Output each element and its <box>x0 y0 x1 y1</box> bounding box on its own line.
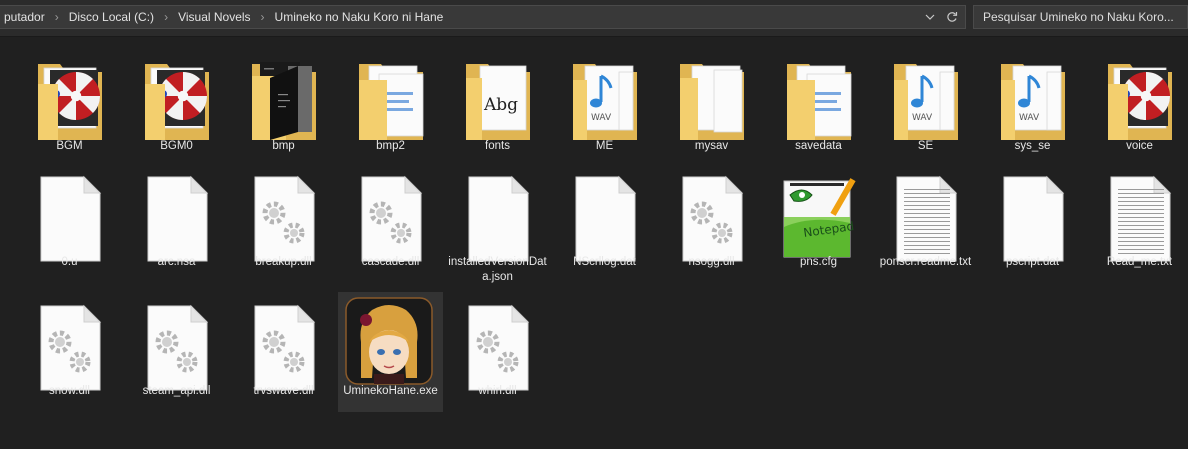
folder-icon <box>1106 54 1174 142</box>
file-name: savedata <box>795 140 842 152</box>
breadcrumb-item[interactable]: putador <box>0 10 49 24</box>
file-item[interactable]: whirl.dll <box>445 292 550 412</box>
file-name: bmp <box>272 140 295 152</box>
svg-text:WAV: WAV <box>591 113 612 123</box>
dll-file-icon <box>250 304 318 392</box>
file-item[interactable]: snow.dll <box>17 292 122 412</box>
chevron-right-icon[interactable]: › <box>255 10 271 24</box>
file-name: steam_api.dll <box>142 385 211 397</box>
file-item[interactable]: arc.nsa <box>124 163 229 283</box>
application-icon <box>344 296 436 385</box>
file-item[interactable]: bmp2 <box>338 46 443 166</box>
file-name: Read_me.txt <box>1106 256 1173 268</box>
file-name: trvswave.dll <box>253 385 314 397</box>
file-item[interactable]: voice <box>1087 46 1188 166</box>
file-name: ME <box>595 140 614 152</box>
file-name: BGM <box>56 140 83 152</box>
folder-icon <box>250 54 318 142</box>
file-name: nsogg.dll <box>688 256 735 268</box>
file-name: BGM0 <box>160 140 193 152</box>
text-file-icon <box>1106 175 1174 263</box>
blank-file-icon <box>464 175 532 263</box>
breadcrumb-item[interactable]: Visual Novels <box>174 10 254 24</box>
folder-icon: WAV <box>999 54 1067 142</box>
address-bar[interactable]: putador › Disco Local (C:) › Visual Nove… <box>0 5 966 29</box>
file-name: UminekoHane.exe <box>343 385 438 397</box>
breadcrumb-item[interactable]: Umineko no Naku Koro ni Hane <box>271 10 448 24</box>
breadcrumb: putador › Disco Local (C:) › Visual Nove… <box>0 6 447 28</box>
file-item[interactable]: NScrllog.dat <box>552 163 657 283</box>
file-name: voice <box>1126 140 1153 152</box>
svg-text:Abg: Abg <box>483 95 518 115</box>
file-item[interactable]: Notepad pns.cfg <box>766 163 871 283</box>
file-name: arc.nsa <box>157 256 196 268</box>
file-name: pns.cfg <box>799 256 838 268</box>
file-item[interactable]: cascade.dll <box>338 163 443 283</box>
file-item[interactable]: steam_api.dll <box>124 292 229 412</box>
dll-file-icon <box>464 304 532 392</box>
file-name: snow.dll <box>49 385 90 397</box>
file-name: installedVersionData.json <box>448 256 547 283</box>
svg-text:WAV: WAV <box>1019 113 1040 123</box>
file-item[interactable]: 0.u <box>17 163 122 283</box>
file-name: pscript.dat <box>1005 256 1060 268</box>
folder-icon <box>143 54 211 142</box>
dll-file-icon <box>250 175 318 263</box>
folder-icon <box>36 54 104 142</box>
file-item[interactable]: UminekoHane.exe <box>338 292 443 412</box>
file-name: ponscr.readme.txt <box>879 256 972 268</box>
notepad-file-icon: Notepad <box>782 175 858 263</box>
blank-file-icon <box>571 175 639 263</box>
file-name: mysav <box>694 140 729 152</box>
file-item[interactable]: mysav <box>659 46 764 166</box>
file-item[interactable]: ponscr.readme.txt <box>873 163 978 283</box>
file-item[interactable]: pscript.dat <box>980 163 1085 283</box>
folder-icon <box>785 54 853 142</box>
file-name: SE <box>917 140 934 152</box>
text-file-icon <box>892 175 960 263</box>
file-name: breakup.dll <box>255 256 312 268</box>
breadcrumb-item[interactable]: Disco Local (C:) <box>65 10 158 24</box>
file-item[interactable]: nsogg.dll <box>659 163 764 283</box>
file-item[interactable]: savedata <box>766 46 871 166</box>
file-name: 0.u <box>61 256 78 268</box>
file-item[interactable]: BGM0 <box>124 46 229 166</box>
search-input[interactable]: Pesquisar Umineko no Naku Koro... <box>973 5 1188 29</box>
file-item[interactable]: WAV sys_se <box>980 46 1085 166</box>
refresh-icon[interactable] <box>943 7 961 27</box>
address-toolbar: putador › Disco Local (C:) › Visual Nove… <box>0 0 1188 37</box>
blank-file-icon <box>999 175 1067 263</box>
file-name: bmp2 <box>376 140 405 152</box>
file-item[interactable]: Read_me.txt <box>1087 163 1188 283</box>
file-item[interactable]: installedVersionData.json <box>445 163 550 283</box>
folder-icon <box>678 54 746 142</box>
folder-icon: WAV <box>571 54 639 142</box>
dll-file-icon <box>678 175 746 263</box>
file-name: sys_se <box>1014 140 1051 152</box>
blank-file-icon <box>36 175 104 263</box>
file-item[interactable]: bmp <box>231 46 336 166</box>
file-name: fonts <box>485 140 510 152</box>
dll-file-icon <box>143 304 211 392</box>
chevron-right-icon[interactable]: › <box>158 10 174 24</box>
dll-file-icon <box>357 175 425 263</box>
blank-file-icon <box>143 175 211 263</box>
dll-file-icon <box>36 304 104 392</box>
file-item[interactable]: Abg fonts <box>445 46 550 166</box>
file-name: NScrllog.dat <box>573 256 636 268</box>
file-item[interactable]: WAV SE <box>873 46 978 166</box>
file-item[interactable]: trvswave.dll <box>231 292 336 412</box>
folder-icon <box>357 54 425 142</box>
folder-icon: WAV <box>892 54 960 142</box>
file-item[interactable]: breakup.dll <box>231 163 336 283</box>
file-name: whirl.dll <box>478 385 517 397</box>
folder-icon: Abg <box>464 54 532 142</box>
svg-text:WAV: WAV <box>912 113 933 123</box>
file-item[interactable]: BGM <box>17 46 122 166</box>
file-name: cascade.dll <box>361 256 420 268</box>
chevron-right-icon[interactable]: › <box>49 10 65 24</box>
file-item[interactable]: WAV ME <box>552 46 657 166</box>
chevron-down-icon[interactable] <box>921 7 939 27</box>
